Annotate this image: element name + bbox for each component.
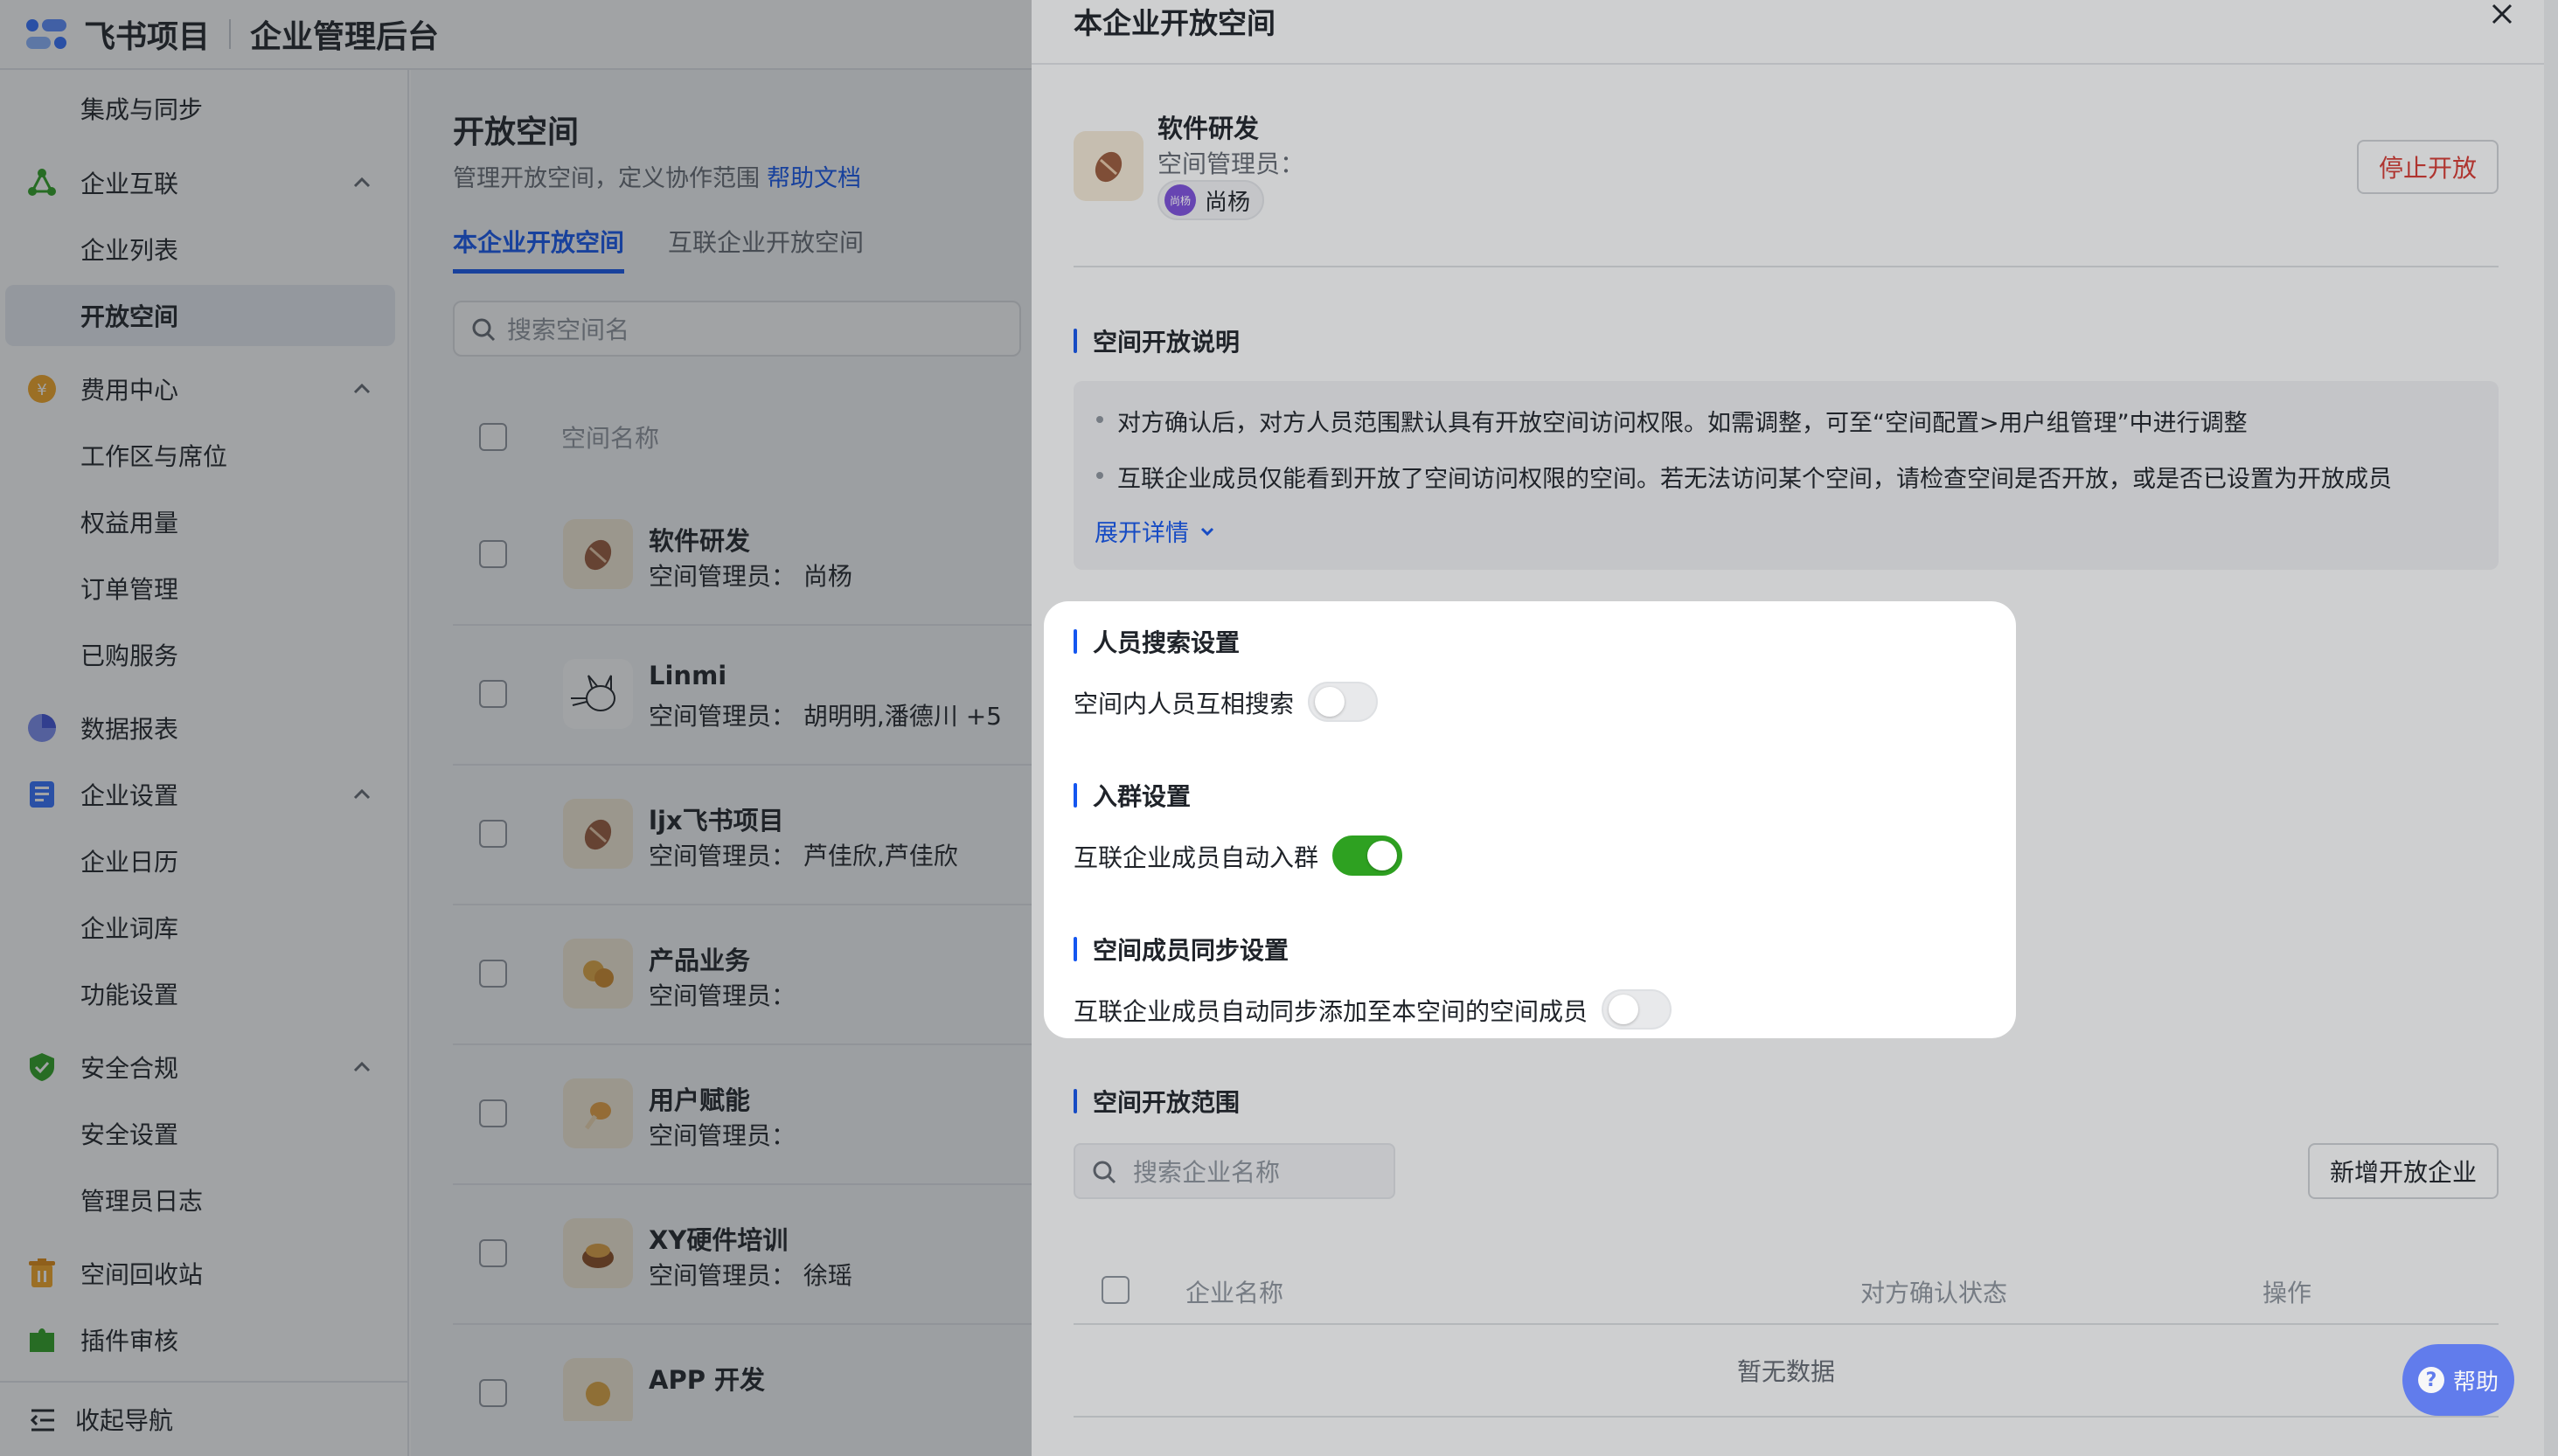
enterprise-search-placeholder: 搜索企业名称: [1133, 1158, 1281, 1187]
enterprise-search-input[interactable]: 搜索企业名称: [1074, 1143, 1395, 1199]
sync-setting-title: 空间成员同步设置: [1074, 932, 1289, 967]
notice-box: 对方确认后，对方人员范围默认具有开放空间访问权限。如需调整，可至“空间配置>用户…: [1074, 381, 2499, 570]
empty-state: 暂无数据: [1074, 1325, 2499, 1418]
add-open-enterprise-button[interactable]: 新增开放企业: [2308, 1143, 2499, 1199]
expand-details-link[interactable]: 展开详情: [1095, 514, 1217, 548]
help-button[interactable]: ? 帮助: [2402, 1344, 2514, 1416]
expand-details-label: 展开详情: [1095, 520, 1189, 547]
scope-section-title: 空间开放范围: [1074, 1084, 1240, 1119]
select-all-checkbox[interactable]: [1102, 1276, 1130, 1304]
column-company-name: 企业名称: [1185, 1279, 1284, 1307]
avatar: 尚杨: [1164, 184, 1196, 216]
member-settings-spotlight: 人员搜索设置 空间内人员互相搜索 入群设置 互联企业成员自动入群 空间成员同步设…: [1044, 601, 2016, 1038]
drawer-space-admin-label: 空间管理员：: [1157, 149, 1305, 178]
notice-line: 互联企业成员仅能看到开放了空间访问权限的空间。若无法访问某个空间，请检查空间是否…: [1095, 460, 2392, 494]
toggle-knob: [1367, 841, 1397, 870]
group-setting-title: 入群设置: [1074, 778, 1191, 813]
column-actions: 操作: [2263, 1279, 2312, 1307]
section-divider: [1074, 266, 2499, 267]
search-icon: [1093, 1161, 1116, 1184]
close-icon[interactable]: [2486, 0, 2518, 31]
modal-backdrop[interactable]: [0, 0, 1032, 1456]
stop-open-button[interactable]: 停止开放: [2357, 140, 2499, 194]
help-label: 帮助: [2452, 1369, 2499, 1396]
drawer-scrollbar[interactable]: [2544, 0, 2558, 1456]
admin-user-chip[interactable]: 尚杨 尚杨: [1157, 180, 1265, 220]
toggle-knob: [1609, 995, 1638, 1024]
space-avatar-icon: [1074, 131, 1143, 201]
admin-user-name: 尚杨: [1205, 189, 1251, 216]
drawer-title: 本企业开放空间: [1074, 6, 1276, 40]
notice-section-title: 空间开放说明: [1074, 323, 1240, 358]
search-setting-toggle[interactable]: [1308, 682, 1378, 722]
group-setting-toggle[interactable]: [1332, 835, 1402, 876]
toggle-knob: [1315, 687, 1345, 717]
help-question-icon: ?: [2417, 1367, 2444, 1393]
drawer-space-name: 软件研发: [1157, 114, 1260, 143]
sync-setting-toggle[interactable]: [1602, 989, 1672, 1030]
enterprise-table-header: 企业名称 对方确认状态 操作: [1074, 1255, 2499, 1325]
search-setting-title: 人员搜索设置: [1074, 624, 1240, 659]
search-setting-label: 空间内人员互相搜索: [1074, 690, 1295, 718]
chevron-down-icon: [1200, 527, 1214, 536]
notice-line: 对方确认后，对方人员范围默认具有开放空间访问权限。如需调整，可至“空间配置>用户…: [1095, 404, 2248, 438]
group-setting-label: 互联企业成员自动入群: [1074, 843, 1319, 872]
sync-setting-label: 互联企业成员自动同步添加至本空间的空间成员: [1074, 997, 1588, 1026]
column-confirm-status: 对方确认状态: [1860, 1279, 2008, 1307]
drawer-header: 本企业开放空间: [1032, 0, 2544, 65]
